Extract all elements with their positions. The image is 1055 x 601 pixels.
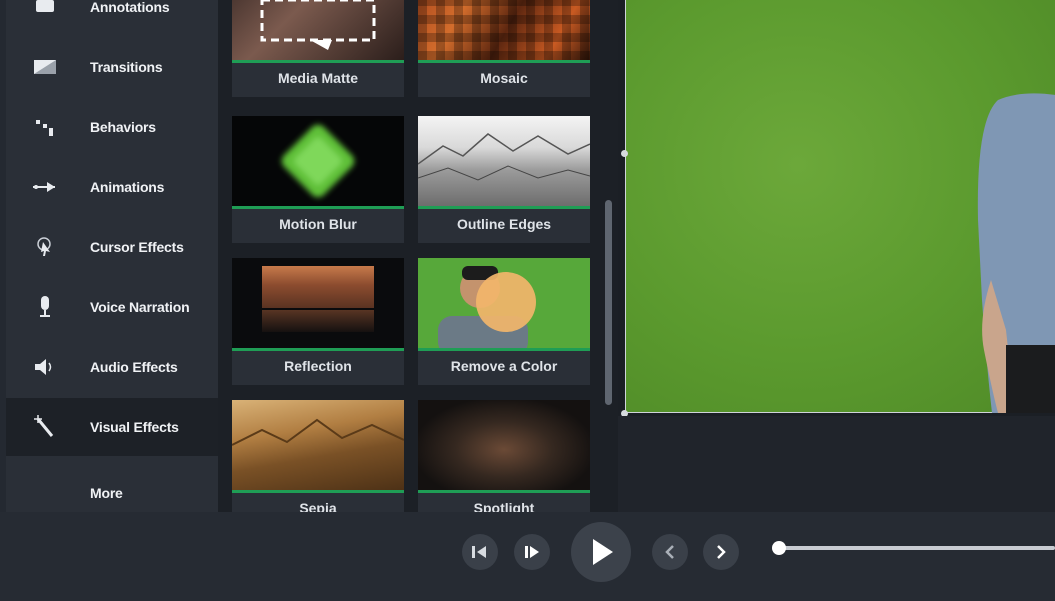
effect-tile-outline-edges[interactable]: Outline Edges [418, 116, 590, 243]
sidebar-item-cursor-effects[interactable]: Cursor Effects [6, 218, 218, 276]
sidebar-item-label: Animations [90, 179, 165, 195]
reflection-thumbnail [232, 258, 404, 351]
effect-tile-spotlight[interactable]: Spotlight [418, 400, 590, 512]
sidebar-item-label: Annotations [90, 0, 170, 15]
effect-label: Reflection [232, 351, 404, 385]
sepia-thumbnail [232, 400, 404, 493]
sidebar-item-audio-effects[interactable]: Audio Effects [6, 338, 218, 396]
step-back-button[interactable] [462, 534, 498, 570]
effect-label: Spotlight [418, 493, 590, 512]
app-window: Annotations Transitions Behaviors Animat… [0, 0, 1055, 601]
sidebar-item-label: Cursor Effects [90, 239, 184, 255]
sidebar-item-animations[interactable]: Animations [6, 158, 218, 216]
effects-grid: Media Matte Mosaic Motion Blur Outline E… [218, 0, 618, 512]
sidebar-item-annotations[interactable]: Annotations [6, 0, 218, 36]
spotlight-thumbnail [418, 400, 590, 493]
effect-tile-remove-a-color[interactable]: Remove a Color [418, 258, 590, 385]
presenter-figure [977, 93, 1055, 413]
magic-wand-icon [28, 412, 62, 442]
next-icon [717, 545, 726, 559]
sidebar-item-transitions[interactable]: Transitions [6, 38, 218, 96]
canvas-resize-handle[interactable] [621, 150, 628, 157]
video-canvas[interactable] [625, 0, 1055, 413]
effects-scrollbar-thumb[interactable] [605, 200, 612, 405]
play-icon [593, 539, 613, 565]
sidebar-item-voice-narration[interactable]: Voice Narration [6, 278, 218, 336]
next-button[interactable] [703, 534, 739, 570]
sidebar-item-behaviors[interactable]: Behaviors [6, 98, 218, 156]
playback-bar [0, 512, 1055, 601]
sidebar-item-label: More [90, 485, 123, 501]
previous-button[interactable] [652, 534, 688, 570]
mosaic-thumbnail [418, 0, 590, 63]
effect-label: Motion Blur [232, 209, 404, 243]
effect-label: Media Matte [232, 63, 404, 97]
effect-label: Mosaic [418, 63, 590, 97]
effect-label: Outline Edges [418, 209, 590, 243]
cursor-effects-icon [28, 232, 62, 262]
timeline-scrubber[interactable] [778, 546, 1055, 550]
tools-sidebar: Annotations Transitions Behaviors Animat… [6, 0, 221, 512]
transitions-icon [28, 52, 62, 82]
annotations-icon [28, 0, 62, 22]
effect-label: Remove a Color [418, 351, 590, 385]
effect-tile-mosaic[interactable]: Mosaic [418, 0, 590, 97]
play-button[interactable] [571, 522, 631, 582]
effect-tile-motion-blur[interactable]: Motion Blur [232, 116, 404, 243]
microphone-icon [28, 292, 62, 322]
effect-tile-sepia[interactable]: Sepia [232, 400, 404, 512]
canvas-background [618, 416, 1055, 512]
effect-tile-reflection[interactable]: Reflection [232, 258, 404, 385]
sidebar-item-visual-effects[interactable]: Visual Effects [6, 398, 221, 456]
outline-edges-thumbnail [418, 116, 590, 209]
sidebar-item-label: Audio Effects [90, 359, 178, 375]
effect-tile-media-matte[interactable]: Media Matte [232, 0, 404, 97]
remove-a-color-thumbnail [418, 258, 590, 351]
step-back-icon [472, 546, 486, 558]
animations-icon [28, 172, 62, 202]
previous-icon [665, 545, 674, 559]
behaviors-icon [28, 112, 62, 142]
sidebar-item-label: Behaviors [90, 119, 156, 135]
playhead-knob[interactable] [772, 541, 786, 555]
step-forward-icon [525, 546, 539, 558]
media-matte-thumbnail [232, 0, 404, 63]
effect-label: Sepia [232, 493, 404, 512]
motion-blur-thumbnail [232, 116, 404, 209]
step-forward-button[interactable] [514, 534, 550, 570]
sidebar-item-label: Transitions [90, 59, 163, 75]
sidebar-item-label: Visual Effects [90, 419, 179, 435]
speaker-icon [28, 352, 62, 382]
sidebar-item-label: Voice Narration [90, 299, 190, 315]
